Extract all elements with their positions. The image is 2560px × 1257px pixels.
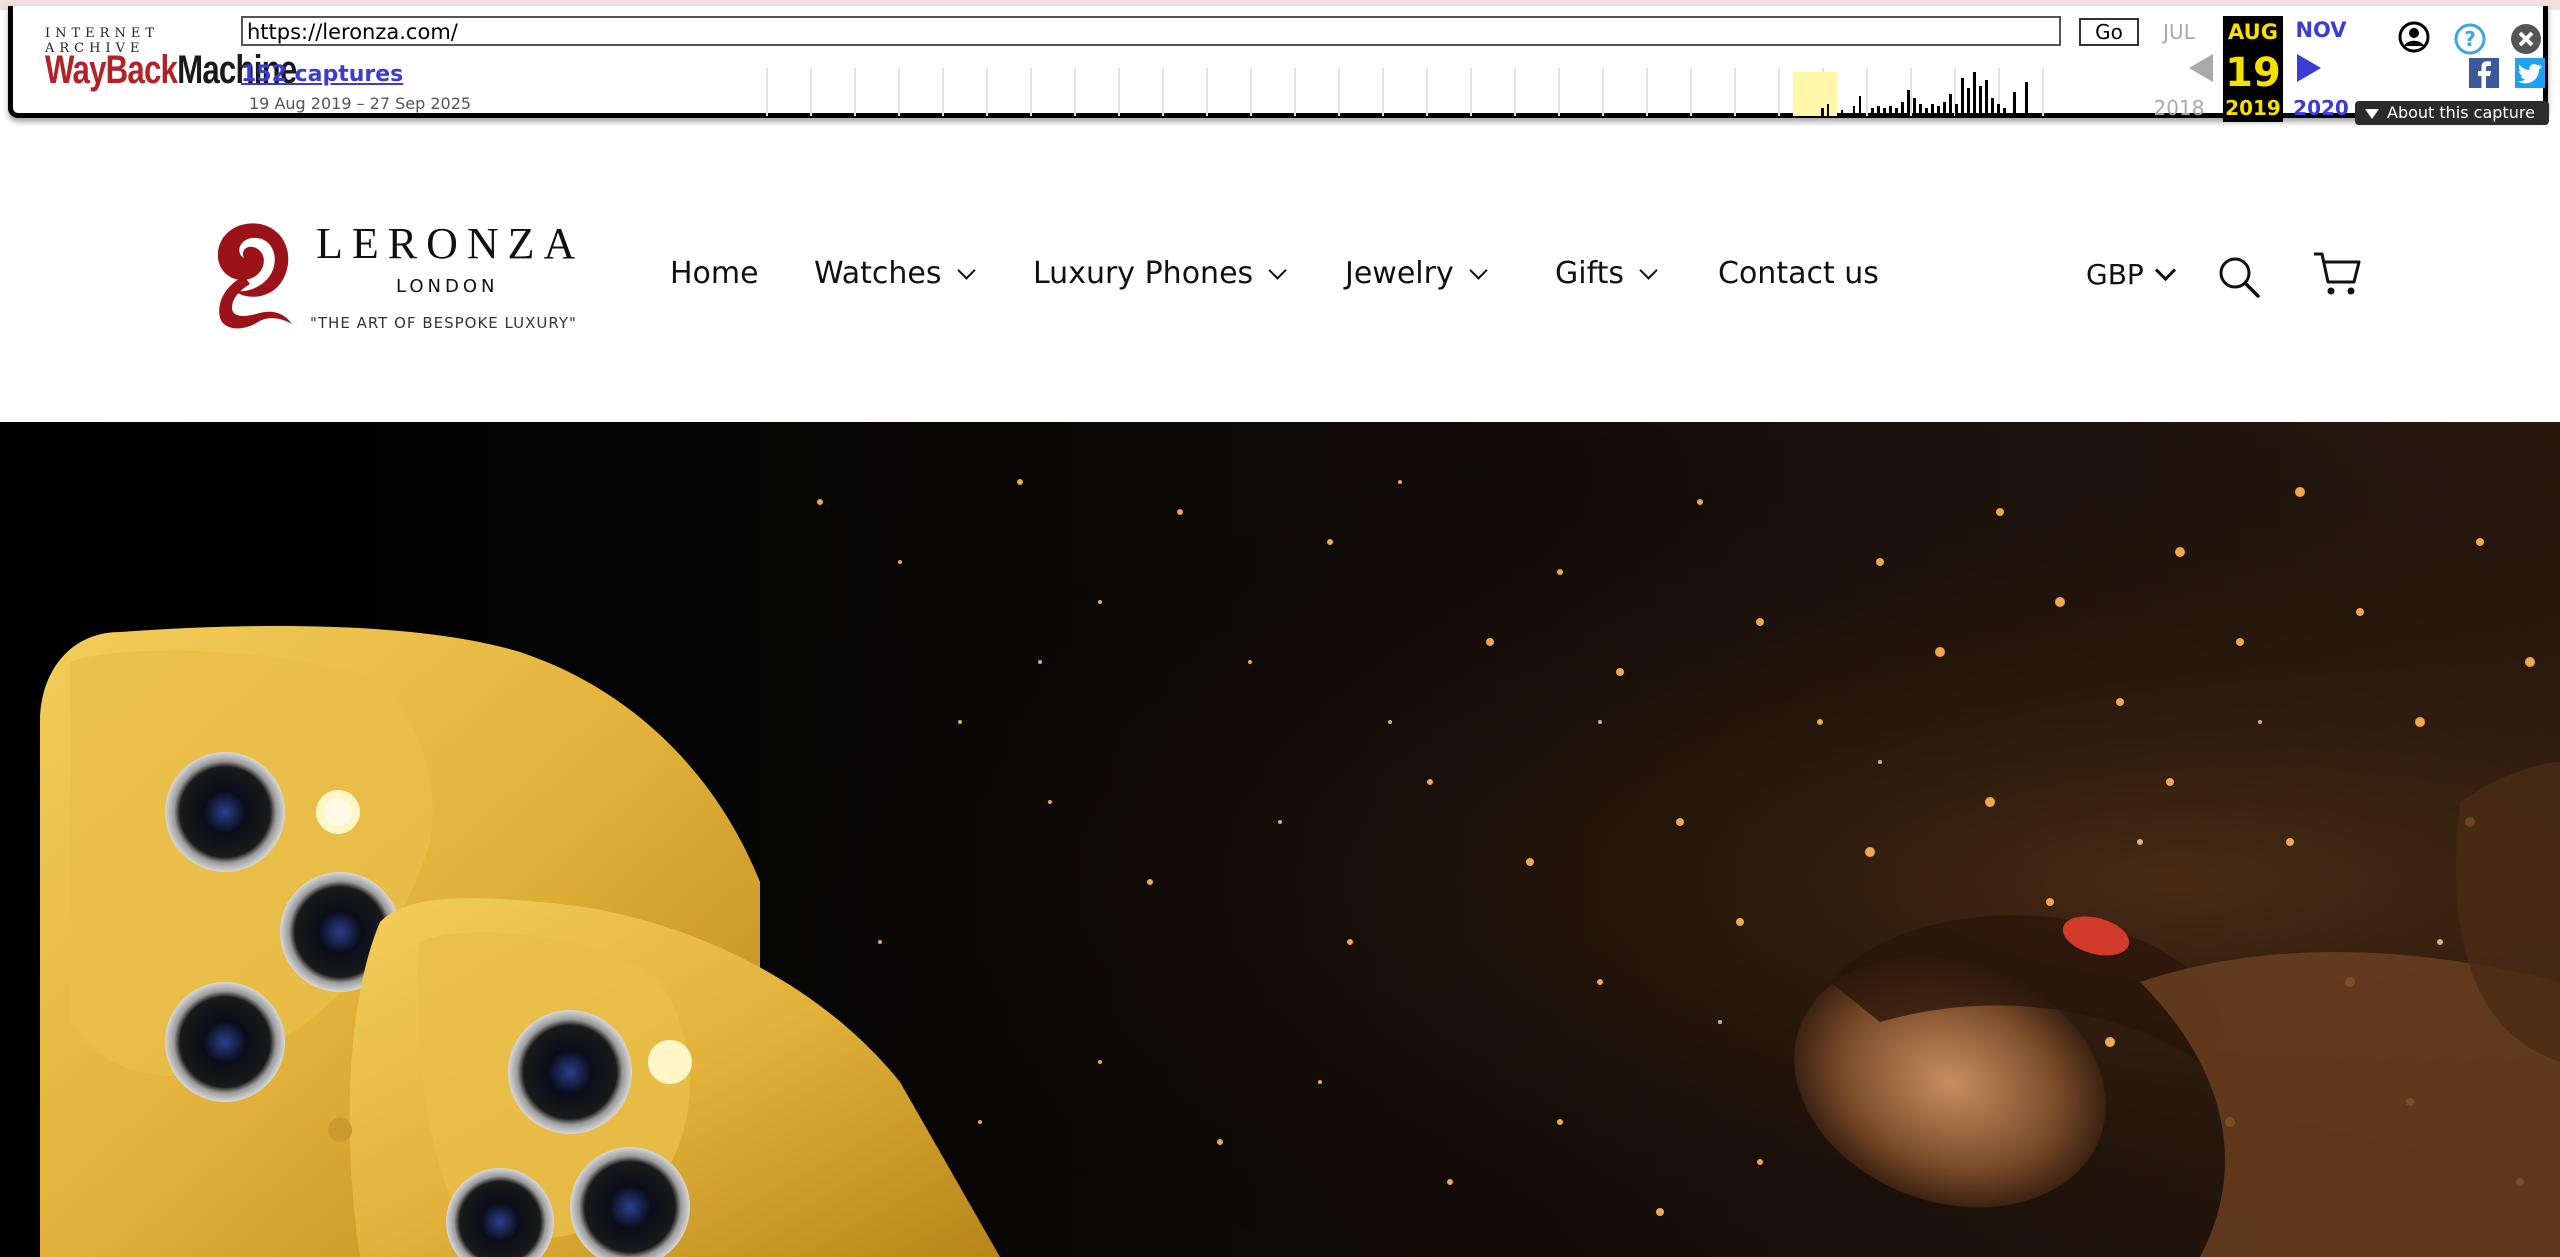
svg-text:?: ? xyxy=(2464,27,2476,51)
chevron-down-icon xyxy=(956,261,976,280)
chevron-down-icon xyxy=(2154,259,2176,282)
twitter-icon[interactable] xyxy=(2515,58,2545,88)
user-icon[interactable] xyxy=(2397,20,2431,54)
current-year: 2019 xyxy=(2225,96,2281,120)
hero-image xyxy=(0,422,2560,1257)
nav-home[interactable]: Home xyxy=(670,256,759,291)
chevron-down-icon xyxy=(1268,261,1287,280)
prev-year-link[interactable]: 2018 xyxy=(2149,96,2209,120)
about-capture-button[interactable]: About this capture xyxy=(2355,101,2549,125)
help-icon[interactable]: ? xyxy=(2453,22,2487,56)
leronza-emblem-icon xyxy=(217,223,292,329)
wayback-go-button[interactable]: Go xyxy=(2079,18,2139,46)
next-year-link[interactable]: 2020 xyxy=(2291,96,2351,120)
search-icon[interactable] xyxy=(2216,254,2262,300)
close-icon[interactable] xyxy=(2509,22,2543,56)
chevron-down-icon xyxy=(1639,261,1658,280)
nav-gifts[interactable]: Gifts xyxy=(1555,256,1658,291)
capture-sparkline[interactable] xyxy=(763,68,2103,116)
calendar-nav: JUL 2018 AUG 19 2019 NOV 2020 xyxy=(2149,12,2359,122)
wayback-url-input[interactable]: https://leronza.com/ xyxy=(241,16,2061,46)
next-capture-arrow-icon[interactable] xyxy=(2297,54,2321,82)
prev-month-link[interactable]: JUL xyxy=(2149,20,2209,44)
next-month-link[interactable]: NOV xyxy=(2291,18,2351,42)
brand-city: LONDON xyxy=(396,276,499,297)
brand-name: LERONZA xyxy=(316,219,585,268)
nav-contact-us[interactable]: Contact us xyxy=(1718,256,1879,291)
brand-tagline: "THE ART OF BESPOKE LUXURY" xyxy=(310,314,577,332)
wayback-logo[interactable]: INTERNET ARCHIVE WayBackMachine xyxy=(37,26,297,102)
triangle-down-icon xyxy=(2365,108,2379,119)
nav-luxury-phones[interactable]: Luxury Phones xyxy=(1033,256,1287,291)
wayback-toolbar: INTERNET ARCHIVE WayBackMachine https://… xyxy=(8,6,2549,125)
current-month: AUG xyxy=(2228,20,2278,44)
nav-watches[interactable]: Watches xyxy=(814,256,976,291)
site-logo[interactable]: LERONZA LONDON "THE ART OF BESPOKE LUXUR… xyxy=(208,218,588,338)
nav-jewelry[interactable]: Jewelry xyxy=(1345,256,1488,291)
hero-banner[interactable] xyxy=(0,422,2560,1257)
current-day: 19 xyxy=(2225,50,2281,96)
prev-capture-arrow-icon[interactable] xyxy=(2189,54,2213,82)
facebook-icon[interactable] xyxy=(2469,58,2499,88)
chevron-down-icon xyxy=(1469,261,1488,280)
cart-icon[interactable] xyxy=(2312,250,2362,298)
currency-selector[interactable]: GBP xyxy=(2086,258,2176,291)
capture-date-range: 19 Aug 2019 – 27 Sep 2025 xyxy=(249,94,472,113)
captures-link[interactable]: 152 captures xyxy=(241,62,403,87)
